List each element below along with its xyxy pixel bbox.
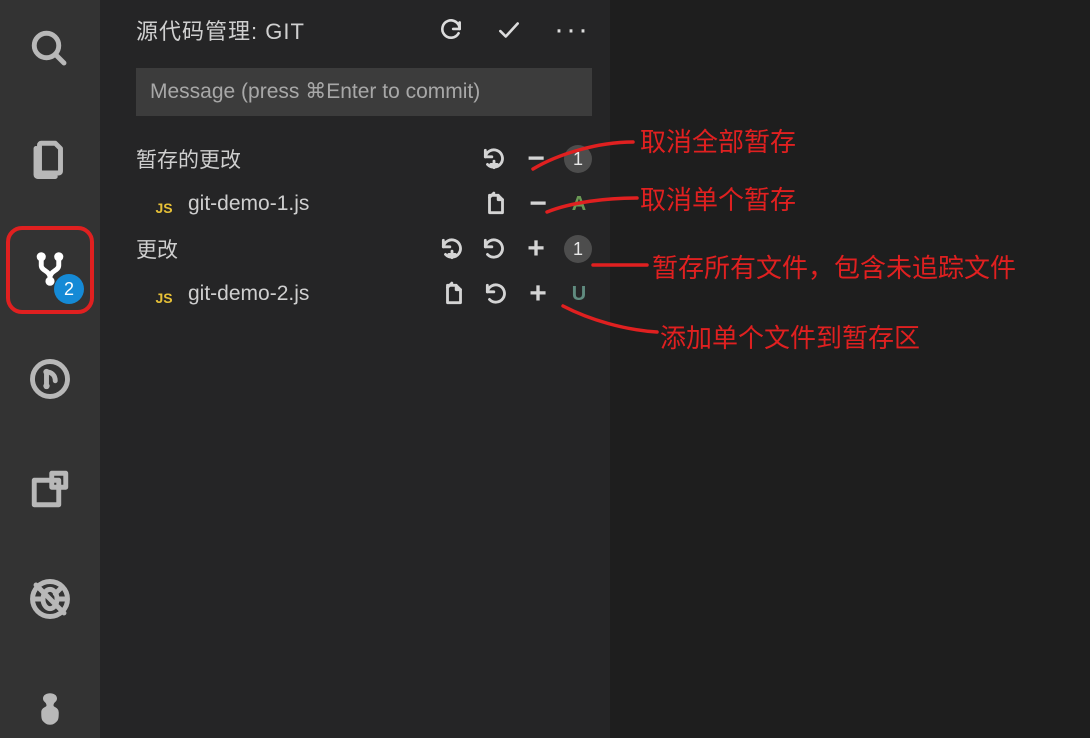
changes-file-row[interactable]: JS git-demo-2.js + U: [100, 272, 610, 316]
activity-explorer[interactable]: [20, 130, 80, 188]
discard-file-icon[interactable]: [482, 280, 510, 308]
changes-count: 1: [564, 235, 592, 263]
file-status: A: [566, 193, 592, 216]
panel-header-actions: ···: [438, 17, 590, 43]
file-status: U: [566, 283, 592, 306]
stage-file-button[interactable]: +: [524, 283, 552, 305]
unstage-all-button[interactable]: −: [522, 148, 550, 170]
staged-file-name: git-demo-1.js: [188, 192, 482, 216]
activity-scm[interactable]: 2: [20, 240, 80, 298]
activity-search[interactable]: [20, 20, 80, 78]
scm-badge: 2: [54, 274, 84, 304]
activity-plugin[interactable]: [20, 680, 80, 738]
changes-header[interactable]: 更改 + 1: [100, 226, 610, 272]
commit-message-box[interactable]: [136, 68, 592, 116]
refresh-icon[interactable]: [438, 17, 464, 43]
discard-staged-icon[interactable]: [480, 145, 508, 173]
staged-file-row[interactable]: JS git-demo-1.js − A: [100, 182, 610, 226]
unstage-file-button[interactable]: −: [524, 193, 552, 215]
annotation-unstage-one: 取消单个暂存: [640, 180, 796, 217]
activity-debug[interactable]: [20, 570, 80, 628]
commit-icon[interactable]: [496, 17, 522, 43]
staged-header[interactable]: 暂存的更改 − 1: [100, 136, 610, 182]
changes-label: 更改: [136, 234, 438, 264]
annotation-unstage-all: 取消全部暂存: [640, 122, 796, 159]
panel-header: 源代码管理: GIT ···: [100, 14, 610, 68]
open-file-icon[interactable]: [482, 190, 510, 218]
activity-extensions[interactable]: [20, 460, 80, 518]
staged-label: 暂存的更改: [136, 144, 480, 174]
activity-bar: 2: [0, 0, 100, 738]
stash-icon[interactable]: [438, 235, 466, 263]
more-icon[interactable]: ···: [554, 25, 590, 35]
scm-panel: 源代码管理: GIT ··· 暂存的更改 − 1 JS git-demo-1.j…: [100, 0, 610, 738]
panel-title: 源代码管理: GIT: [136, 14, 438, 46]
discard-all-icon[interactable]: [480, 235, 508, 263]
annotation-stage-one: 添加单个文件到暂存区: [660, 318, 920, 355]
js-file-icon: JS: [152, 282, 176, 306]
annotation-stage-all: 暂存所有文件，包含未追踪文件: [652, 248, 1016, 285]
staged-count: 1: [564, 145, 592, 173]
activity-git[interactable]: [20, 350, 80, 408]
open-file-icon[interactable]: [440, 280, 468, 308]
editor-area: [610, 0, 1090, 738]
changes-file-name: git-demo-2.js: [188, 282, 440, 306]
stage-all-button[interactable]: +: [522, 238, 550, 260]
commit-message-input[interactable]: [150, 80, 578, 104]
js-file-icon: JS: [152, 192, 176, 216]
